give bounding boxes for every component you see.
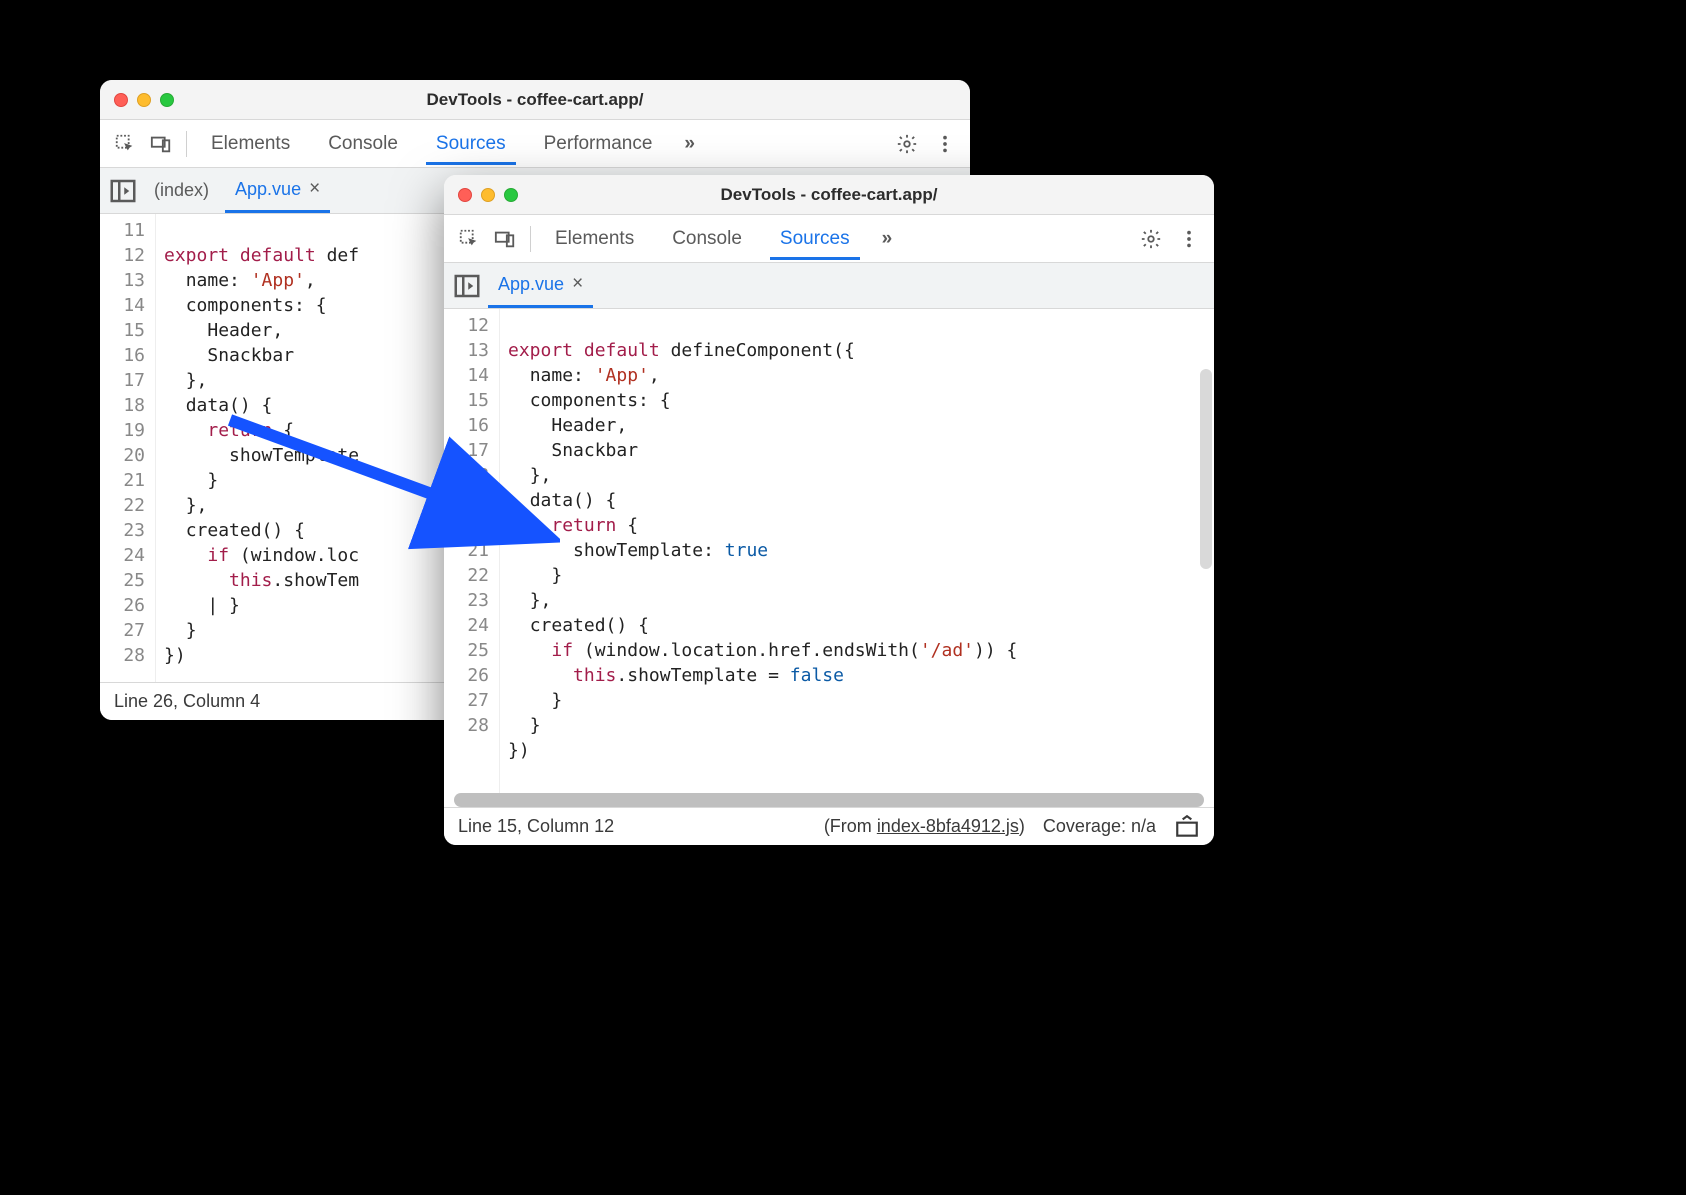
panel-toolbar: Elements Console Sources »	[444, 215, 1214, 263]
line-number-gutter: 12 13 14 15 16 17 18 19 20 21 22 23 24 2…	[444, 309, 500, 807]
tab-performance[interactable]: Performance	[534, 123, 663, 165]
source-link[interactable]: index-8bfa4912.js	[877, 816, 1019, 836]
window-title: DevTools - coffee-cart.app/	[444, 185, 1214, 205]
zoom-icon[interactable]	[504, 188, 518, 202]
cursor-position: Line 26, Column 4	[114, 691, 260, 712]
close-icon[interactable]	[114, 93, 128, 107]
source-from: (From index-8bfa4912.js)	[824, 816, 1025, 837]
kebab-icon[interactable]	[1172, 222, 1206, 256]
cursor-position: Line 15, Column 12	[458, 816, 614, 837]
device-icon[interactable]	[488, 222, 522, 256]
minimize-icon[interactable]	[481, 188, 495, 202]
drawer-icon[interactable]	[1174, 814, 1200, 840]
file-tab-label: (index)	[154, 180, 209, 201]
close-icon[interactable]: ×	[309, 178, 320, 200]
navigator-toggle-icon[interactable]	[452, 271, 482, 301]
gear-icon[interactable]	[890, 127, 924, 161]
file-tab-label: App.vue	[498, 274, 564, 295]
tab-sources[interactable]: Sources	[770, 218, 860, 260]
file-tab-app-vue[interactable]: App.vue ×	[225, 168, 330, 213]
panel-toolbar: Elements Console Sources Performance »	[100, 120, 970, 168]
devtools-window-front: DevTools - coffee-cart.app/ Elements Con…	[444, 175, 1214, 845]
traffic-lights	[100, 93, 174, 107]
toolbar-divider	[530, 226, 531, 252]
inspect-icon[interactable]	[452, 222, 486, 256]
tab-elements[interactable]: Elements	[201, 123, 300, 165]
gear-icon[interactable]	[1134, 222, 1168, 256]
titlebar[interactable]: DevTools - coffee-cart.app/	[100, 80, 970, 120]
window-title: DevTools - coffee-cart.app/	[100, 90, 970, 110]
inspect-icon[interactable]	[108, 127, 142, 161]
tab-elements[interactable]: Elements	[545, 218, 644, 260]
tab-sources[interactable]: Sources	[426, 123, 516, 165]
code-editor[interactable]: 12 13 14 15 16 17 18 19 20 21 22 23 24 2…	[444, 309, 1214, 807]
code-content[interactable]: export default defineComponent({ name: '…	[500, 309, 1214, 807]
toolbar-divider	[186, 131, 187, 157]
tabs-overflow-icon[interactable]: »	[878, 218, 897, 260]
tab-console[interactable]: Console	[662, 218, 752, 260]
statusbar: Line 15, Column 12 (From index-8bfa4912.…	[444, 807, 1214, 845]
tab-console[interactable]: Console	[318, 123, 408, 165]
kebab-icon[interactable]	[928, 127, 962, 161]
horizontal-scrollbar[interactable]	[454, 793, 1204, 807]
tabs-overflow-icon[interactable]: »	[680, 123, 699, 165]
close-icon[interactable]	[458, 188, 472, 202]
zoom-icon[interactable]	[160, 93, 174, 107]
device-icon[interactable]	[144, 127, 178, 161]
file-tab-label: App.vue	[235, 179, 301, 200]
titlebar[interactable]: DevTools - coffee-cart.app/	[444, 175, 1214, 215]
vertical-scrollbar[interactable]	[1200, 369, 1212, 569]
close-icon[interactable]: ×	[572, 273, 583, 295]
navigator-toggle-icon[interactable]	[108, 176, 138, 206]
file-tab-index[interactable]: (index)	[144, 168, 219, 213]
minimize-icon[interactable]	[137, 93, 151, 107]
panel-tabs: Elements Console Sources Performance »	[195, 123, 888, 165]
panel-tabs: Elements Console Sources »	[539, 218, 1132, 260]
traffic-lights	[444, 188, 518, 202]
line-number-gutter: 11 12 13 14 15 16 17 18 19 20 21 22 23 2…	[100, 214, 156, 682]
file-tab-app-vue[interactable]: App.vue ×	[488, 263, 593, 308]
coverage-status: Coverage: n/a	[1043, 816, 1156, 837]
file-tabbar: App.vue ×	[444, 263, 1214, 309]
